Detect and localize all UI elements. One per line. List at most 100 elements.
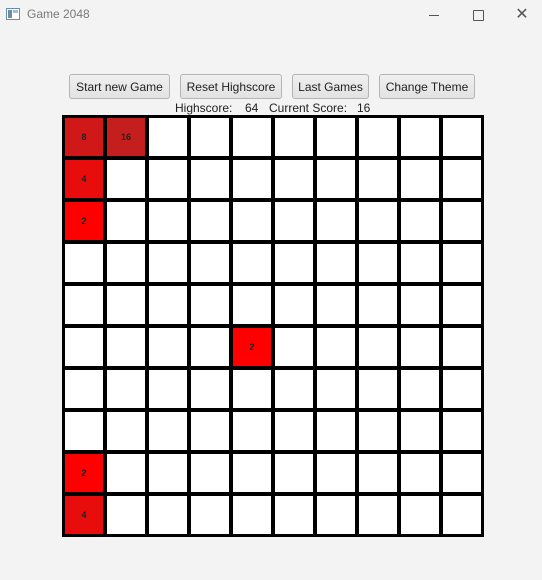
empty-cell — [233, 496, 271, 534]
empty-cell — [107, 202, 145, 240]
empty-cell — [275, 160, 313, 198]
empty-cell — [443, 286, 481, 324]
current-score-label: Current Score: — [269, 101, 348, 115]
empty-cell — [149, 454, 187, 492]
empty-cell — [275, 244, 313, 282]
start-new-game-button[interactable]: Start new Game — [69, 74, 170, 99]
last-games-button[interactable]: Last Games — [292, 74, 369, 99]
empty-cell — [149, 496, 187, 534]
empty-cell — [233, 160, 271, 198]
empty-cell — [149, 286, 187, 324]
current-score-value: 16 — [357, 101, 371, 115]
reset-highscore-button[interactable]: Reset Highscore — [180, 74, 282, 99]
game-board[interactable]: 8 16 4 2 2 2 4 — [62, 115, 484, 537]
empty-cell — [359, 160, 397, 198]
empty-cell — [191, 202, 229, 240]
tile: 2 — [65, 202, 103, 240]
maximize-icon — [472, 9, 484, 21]
empty-cell — [401, 244, 439, 282]
empty-cell — [359, 496, 397, 534]
empty-cell — [233, 370, 271, 408]
empty-cell — [107, 370, 145, 408]
empty-cell — [359, 244, 397, 282]
empty-cell — [401, 328, 439, 366]
empty-cell — [65, 328, 103, 366]
empty-cell — [443, 160, 481, 198]
empty-cell — [401, 286, 439, 324]
highscore-label: Highscore: — [175, 101, 233, 115]
tile: 2 — [233, 328, 271, 366]
empty-cell — [443, 412, 481, 450]
empty-cell — [191, 370, 229, 408]
empty-cell — [401, 454, 439, 492]
app-window-icon — [6, 8, 20, 20]
empty-cell — [65, 244, 103, 282]
empty-cell — [443, 328, 481, 366]
empty-cell — [149, 244, 187, 282]
empty-cell — [443, 370, 481, 408]
minimize-button[interactable] — [412, 0, 456, 30]
empty-cell — [359, 328, 397, 366]
empty-cell — [359, 370, 397, 408]
empty-cell — [107, 412, 145, 450]
empty-cell — [275, 412, 313, 450]
title-bar: Game 2048 ✕ — [0, 0, 542, 30]
empty-cell — [443, 202, 481, 240]
empty-cell — [149, 370, 187, 408]
empty-cell — [191, 286, 229, 324]
empty-cell — [359, 202, 397, 240]
empty-cell — [191, 454, 229, 492]
minimize-icon — [429, 14, 439, 16]
empty-cell — [317, 412, 355, 450]
empty-cell — [401, 496, 439, 534]
empty-cell — [233, 202, 271, 240]
empty-cell — [275, 454, 313, 492]
empty-cell — [233, 412, 271, 450]
empty-cell — [401, 370, 439, 408]
empty-cell — [107, 244, 145, 282]
empty-cell — [65, 412, 103, 450]
score-line: Highscore: 64 Current Score: 16 — [175, 101, 370, 115]
empty-cell — [149, 118, 187, 156]
empty-cell — [191, 244, 229, 282]
empty-cell — [191, 160, 229, 198]
empty-cell — [275, 202, 313, 240]
empty-cell — [107, 454, 145, 492]
empty-cell — [233, 286, 271, 324]
empty-cell — [443, 454, 481, 492]
close-icon: ✕ — [515, 6, 529, 23]
empty-cell — [191, 328, 229, 366]
empty-cell — [233, 118, 271, 156]
empty-cell — [149, 202, 187, 240]
empty-cell — [65, 286, 103, 324]
empty-cell — [317, 496, 355, 534]
empty-cell — [401, 160, 439, 198]
empty-cell — [149, 328, 187, 366]
empty-cell — [359, 412, 397, 450]
empty-cell — [317, 370, 355, 408]
tile: 4 — [65, 496, 103, 534]
empty-cell — [107, 286, 145, 324]
close-button[interactable]: ✕ — [500, 0, 542, 30]
window-title: Game 2048 — [27, 7, 90, 21]
empty-cell — [359, 454, 397, 492]
change-theme-button[interactable]: Change Theme — [379, 74, 475, 99]
toolbar: Start new Game Reset Highscore Last Game… — [0, 74, 542, 100]
tile: 4 — [65, 160, 103, 198]
empty-cell — [443, 118, 481, 156]
empty-cell — [191, 412, 229, 450]
empty-cell — [401, 412, 439, 450]
empty-cell — [275, 118, 313, 156]
empty-cell — [401, 118, 439, 156]
empty-cell — [317, 202, 355, 240]
empty-cell — [275, 328, 313, 366]
empty-cell — [149, 412, 187, 450]
empty-cell — [233, 454, 271, 492]
tile: 8 — [65, 118, 103, 156]
empty-cell — [317, 244, 355, 282]
empty-cell — [107, 496, 145, 534]
empty-cell — [233, 244, 271, 282]
maximize-button[interactable] — [456, 0, 500, 30]
empty-cell — [317, 118, 355, 156]
empty-cell — [107, 160, 145, 198]
